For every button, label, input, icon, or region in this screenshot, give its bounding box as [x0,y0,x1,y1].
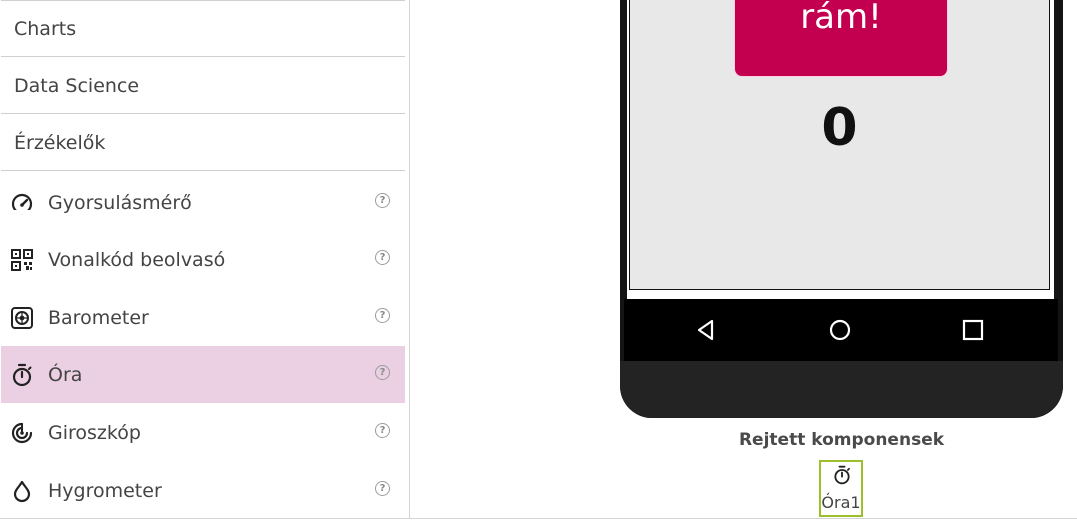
palette-item-barometer[interactable]: Barometer ? [1,289,405,346]
help-icon[interactable]: ? [375,365,390,380]
palette-item-label: Hygrometer [48,479,162,502]
gyroscope-icon [11,422,33,443]
hidden-component-label: Óra1 [821,493,861,512]
divider [0,518,1077,519]
component-palette: Charts Data Science Érzékelők Gyorsulásm… [0,0,410,518]
palette-item-label: Gyorsulásmérő [48,191,192,214]
category-sensors[interactable]: Érzékelők [1,115,405,171]
back-triangle-icon[interactable] [694,318,718,342]
category-data-science[interactable]: Data Science [1,58,405,114]
help-icon[interactable]: ? [375,308,390,323]
help-icon[interactable]: ? [375,193,390,208]
palette-item-clock[interactable]: Óra ? [1,346,405,403]
stopwatch-icon [12,363,32,386]
recents-square-icon[interactable] [961,318,985,342]
help-icon[interactable]: ? [375,423,390,438]
phone-bezel-bottom [620,361,1063,418]
palette-item-accelerometer[interactable]: Gyorsulásmérő ? [1,174,405,231]
stopwatch-icon [834,465,850,485]
palette-item-gyroscope[interactable]: Giroszkóp ? [1,404,405,461]
help-icon[interactable]: ? [375,481,390,496]
palette-item-hygrometer[interactable]: Hygrometer ? [1,462,405,518]
counter-label[interactable]: 0 [630,98,1049,158]
phone-mockup: Kattints rám! 0 [620,0,1063,418]
palette-item-label: Vonalkód beolvasó [48,248,226,271]
qr-code-icon [11,248,33,271]
tap-me-button[interactable]: Kattints rám! [734,0,948,77]
phone-screen: Kattints rám! 0 [627,0,1054,299]
palette-item-label: Óra [48,363,83,386]
help-icon[interactable]: ? [375,250,390,265]
hidden-components-title: Rejtett komponensek [738,430,945,450]
water-drop-icon [13,480,31,502]
category-label: Charts [14,17,77,40]
app-screen[interactable]: Kattints rám! 0 [629,0,1050,290]
android-nav-bar [624,299,1058,361]
speedometer-icon [11,193,33,214]
hidden-component-clock1[interactable]: Óra1 [819,460,863,517]
category-label: Data Science [14,74,140,97]
category-label: Érzékelők [14,131,106,154]
category-charts[interactable]: Charts [1,1,405,57]
tap-me-button-label: Kattints rám! [775,0,906,37]
palette-item-label: Barometer [48,306,149,329]
palette-item-barcode-scanner[interactable]: Vonalkód beolvasó ? [1,231,405,288]
barometer-icon [11,306,33,329]
palette-item-label: Giroszkóp [48,421,141,444]
home-circle-icon[interactable] [828,318,852,342]
